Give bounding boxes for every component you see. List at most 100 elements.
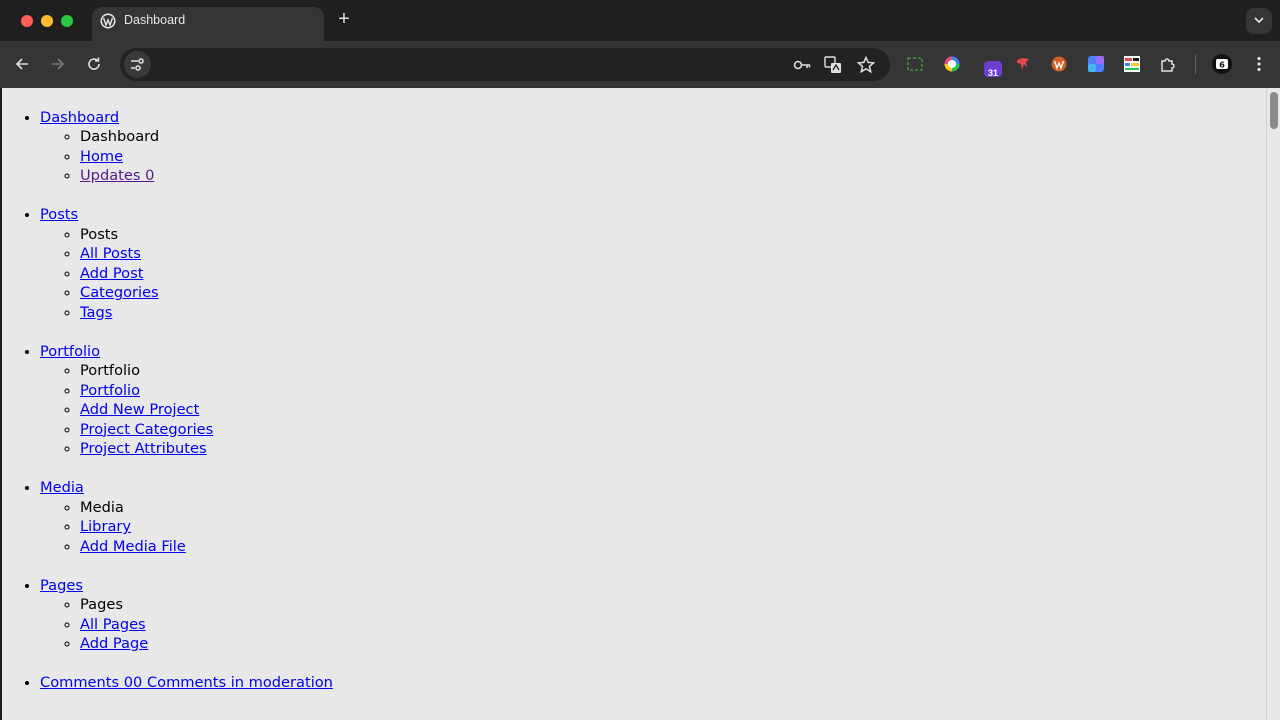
color-picker-icon[interactable] bbox=[943, 55, 961, 73]
password-key-icon[interactable] bbox=[792, 56, 811, 74]
submenu-heading: Media bbox=[80, 498, 124, 516]
page-viewport: DashboardDashboard Home Updates 0 PostsPost… bbox=[2, 88, 1266, 720]
menu-top-link[interactable]: Portfolio bbox=[40, 342, 1266, 362]
calendar-badge: 31 bbox=[987, 68, 998, 78]
wordpress-icon bbox=[100, 13, 116, 29]
browser-toolbar: 31 6 bbox=[0, 41, 1280, 88]
new-tab-button[interactable]: + bbox=[334, 9, 354, 29]
submenu-link[interactable]: Project Categories bbox=[80, 421, 213, 438]
submenu-item: Library bbox=[80, 517, 1266, 537]
submenu: Media Library Add Media File bbox=[40, 498, 1266, 557]
chevron-down-icon bbox=[1254, 17, 1264, 24]
submenu: Pages All Pages Add Page bbox=[40, 595, 1266, 654]
menu-group: PagesPages All Pages Add Page bbox=[40, 556, 1266, 654]
toolbar-divider bbox=[1195, 55, 1196, 74]
calendar-31-icon[interactable]: 31 bbox=[984, 61, 1002, 78]
menu-group-bullet-row bbox=[40, 654, 1266, 674]
menu-group: PortfolioPortfolioPortfolioAdd New Proje… bbox=[40, 322, 1266, 459]
submenu-link[interactable]: Tags bbox=[80, 304, 112, 321]
menu-group-bullet-row bbox=[40, 322, 1266, 342]
tab-strip: Dashboard + bbox=[0, 0, 1280, 41]
submenu-item: Home bbox=[80, 147, 1266, 167]
menu-group-bullet-row bbox=[40, 459, 1266, 479]
submenu-item: Add Media File bbox=[80, 537, 1266, 557]
submenu: Posts All Posts Add Post Categories Tags bbox=[40, 225, 1266, 323]
menu-top-link[interactable]: Media bbox=[40, 478, 1266, 498]
menu-group: Comments 00 Comments in moderation bbox=[40, 654, 1266, 693]
notes-extension-icon[interactable] bbox=[1123, 55, 1141, 73]
address-bar[interactable] bbox=[120, 48, 890, 81]
submenu-link[interactable]: All Pages bbox=[80, 616, 146, 633]
admin-menu: DashboardDashboard Home Updates 0 PostsPost… bbox=[2, 88, 1266, 693]
submenu-link[interactable]: Project Attributes bbox=[80, 440, 207, 457]
submenu-link[interactable]: Add Page bbox=[80, 635, 148, 652]
submenu-item: Add New Project bbox=[80, 400, 1266, 420]
wordpress-extension-icon[interactable] bbox=[1050, 55, 1068, 73]
submenu: Dashboard Home Updates 0 bbox=[40, 127, 1266, 186]
submenu-item: Pages bbox=[80, 595, 1266, 615]
submenu-heading: Dashboard bbox=[80, 128, 160, 145]
screen-capture-icon[interactable] bbox=[906, 55, 924, 73]
tab-search-button[interactable] bbox=[1246, 8, 1272, 34]
submenu-item: Updates 0 bbox=[80, 166, 1266, 186]
submenu-item: All Pages bbox=[80, 615, 1266, 635]
reload-button[interactable] bbox=[84, 54, 104, 74]
submenu-item: Dashboard bbox=[80, 127, 1266, 147]
profile-icon[interactable]: 6 bbox=[1211, 53, 1233, 75]
scrollbar-thumb[interactable] bbox=[1270, 92, 1278, 129]
minimize-window-button[interactable] bbox=[41, 15, 53, 27]
submenu-item: Posts bbox=[80, 225, 1266, 245]
site-settings-button[interactable] bbox=[124, 51, 151, 78]
menu-group: DashboardDashboard Home Updates 0 bbox=[40, 88, 1266, 186]
tab-dashboard[interactable]: Dashboard bbox=[92, 7, 324, 41]
reload-icon bbox=[88, 57, 100, 70]
grid-extension-icon[interactable] bbox=[1087, 55, 1105, 73]
submenu-item: Project Categories bbox=[80, 420, 1266, 440]
submenu-heading: Portfolio bbox=[80, 362, 141, 379]
submenu-item: Categories bbox=[80, 283, 1266, 303]
puzzle-extensions-icon[interactable] bbox=[1159, 55, 1177, 73]
bird-extension-icon[interactable] bbox=[1014, 55, 1032, 73]
back-button[interactable] bbox=[12, 54, 32, 74]
submenu: Portfolio Portfolio Add New Project Project… bbox=[40, 361, 1266, 459]
submenu-item: Tags bbox=[80, 303, 1266, 323]
submenu-link[interactable]: Add New Project bbox=[80, 401, 199, 418]
tab-title: Dashboard bbox=[124, 13, 186, 27]
close-window-button[interactable] bbox=[21, 15, 33, 27]
translate-icon[interactable] bbox=[824, 56, 842, 74]
menu-group: PostsPosts All Posts Add Post Categories Tag… bbox=[40, 186, 1266, 323]
submenu-link[interactable]: Updates 0 bbox=[80, 167, 154, 184]
menu-top-link[interactable]: Comments 00 Comments in moderation bbox=[40, 673, 1266, 693]
menu-group-bullet-row bbox=[40, 88, 1266, 108]
submenu-item: Add Post bbox=[80, 264, 1266, 284]
menu-group-bullet-row bbox=[40, 556, 1266, 576]
vertical-scrollbar[interactable] bbox=[1266, 88, 1280, 720]
submenu-link[interactable]: Home bbox=[80, 148, 123, 165]
bookmark-star-icon[interactable] bbox=[856, 55, 876, 74]
submenu-link[interactable]: Portfolio bbox=[80, 382, 140, 399]
submenu-link[interactable]: Library bbox=[80, 518, 131, 535]
site-settings-icon bbox=[131, 58, 144, 71]
svg-text:6: 6 bbox=[1219, 61, 1225, 70]
submenu-item: Add Page bbox=[80, 634, 1266, 654]
submenu-link[interactable]: Add Post bbox=[80, 265, 143, 282]
submenu-item: All Posts bbox=[80, 244, 1266, 264]
menu-group: MediaMedia Library Add Media File bbox=[40, 459, 1266, 557]
submenu-heading: Posts bbox=[80, 225, 119, 243]
submenu-heading: Pages bbox=[80, 596, 123, 613]
submenu-link[interactable]: Categories bbox=[80, 284, 159, 301]
submenu-item: Project Attributes bbox=[80, 439, 1266, 459]
maximize-window-button[interactable] bbox=[61, 15, 73, 27]
back-icon bbox=[15, 58, 28, 70]
submenu-item: Portfolio bbox=[80, 361, 1266, 381]
forward-button[interactable] bbox=[48, 54, 68, 74]
submenu-item: Portfolio bbox=[80, 381, 1266, 401]
menu-top-link[interactable]: Dashboard bbox=[40, 108, 1266, 128]
more-menu-icon[interactable] bbox=[1250, 55, 1268, 73]
forward-icon bbox=[52, 58, 65, 70]
submenu-link[interactable]: Add Media File bbox=[80, 538, 186, 555]
menu-top-link[interactable]: Pages bbox=[40, 576, 1266, 596]
submenu-item: Media bbox=[80, 498, 1266, 518]
submenu-link[interactable]: All Posts bbox=[80, 245, 141, 262]
menu-top-link[interactable]: Posts bbox=[40, 205, 1266, 225]
